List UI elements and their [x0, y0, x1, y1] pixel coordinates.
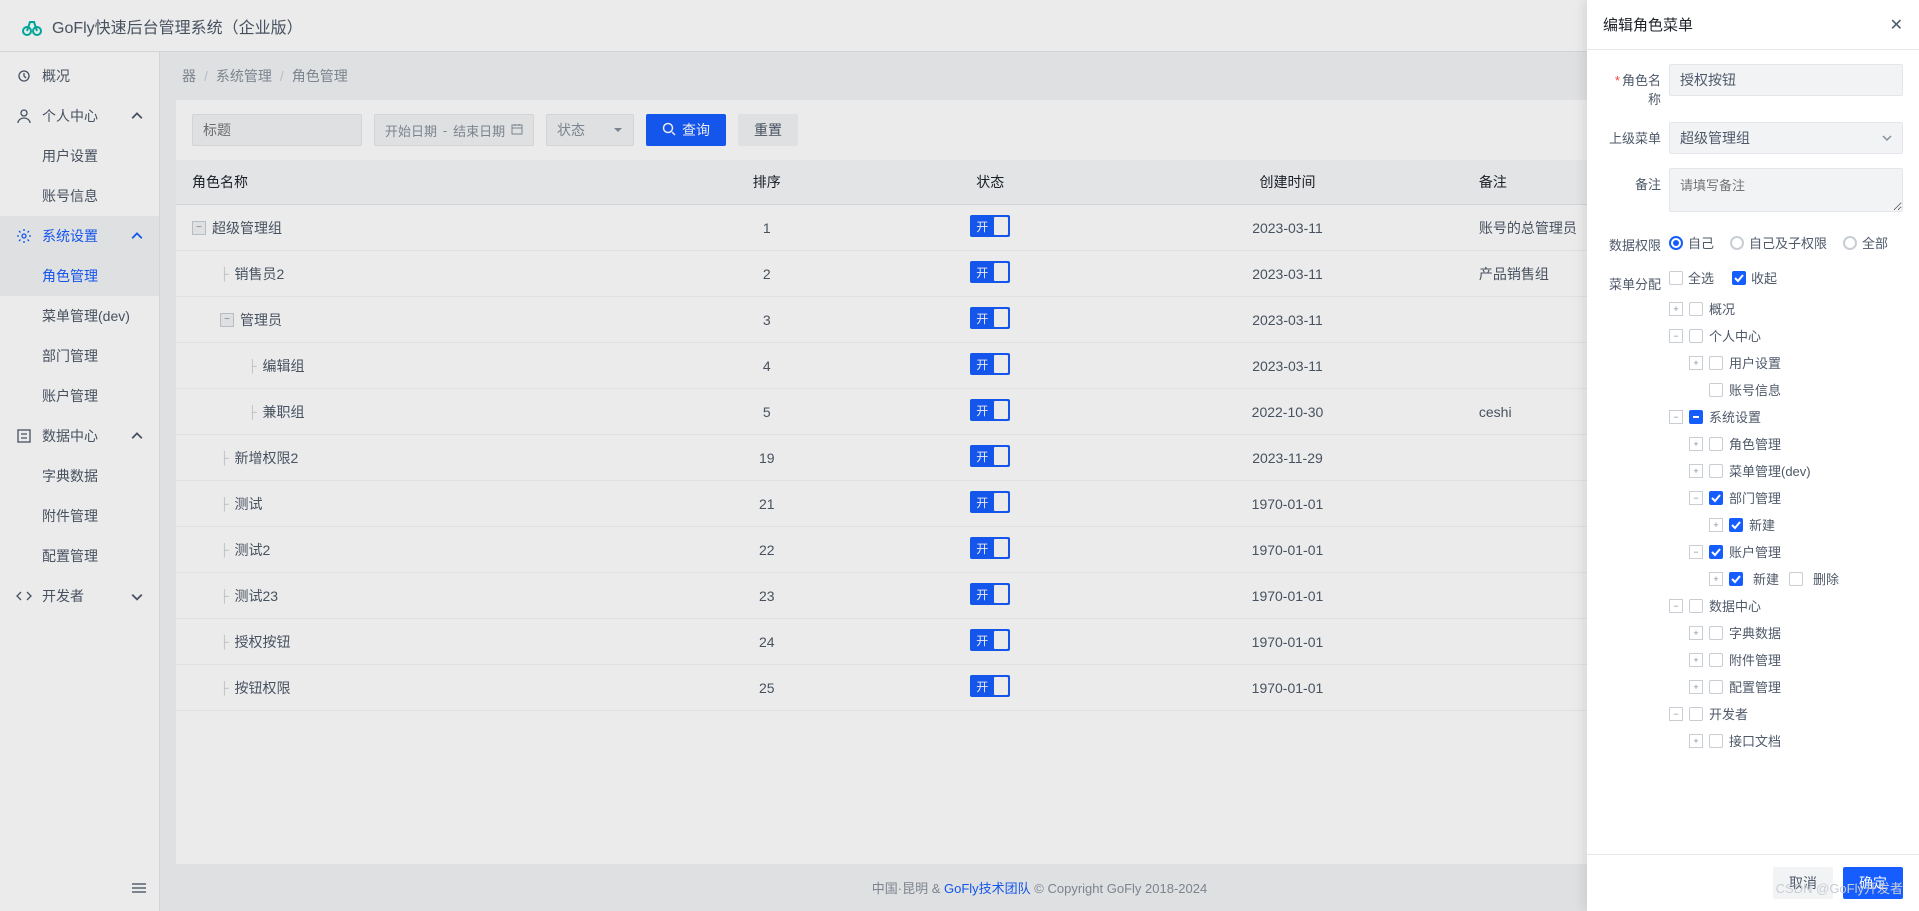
parent-menu-select[interactable]: 超级管理组 — [1669, 122, 1903, 154]
tree-node: + 新建 — [1709, 511, 1903, 538]
tree-node: + 概况 — [1669, 295, 1903, 322]
tree-node: + 字典数据 — [1689, 619, 1903, 646]
tree-checkbox[interactable] — [1709, 464, 1723, 478]
tree-node: 账号信息 — [1689, 376, 1903, 403]
tree-expand-icon[interactable]: + — [1689, 734, 1703, 748]
watermark: CSDN @GoFly开发者 — [1776, 878, 1903, 897]
tree-expand-icon[interactable]: − — [1689, 491, 1703, 505]
tree-label: 新建 — [1753, 569, 1779, 588]
tree-expand-icon[interactable]: − — [1669, 599, 1683, 613]
tree-expand-icon[interactable]: − — [1669, 707, 1683, 721]
tree-checkbox[interactable] — [1709, 383, 1723, 397]
tree-checkbox[interactable] — [1689, 707, 1703, 721]
tree-expand-icon[interactable]: − — [1689, 545, 1703, 559]
perm-radio[interactable]: 自己 — [1669, 233, 1714, 252]
tree-checkbox[interactable] — [1709, 437, 1723, 451]
tree-node: − 开发者 — [1669, 700, 1903, 727]
drawer-title: 编辑角色菜单 — [1603, 14, 1693, 35]
tree-checkbox[interactable] — [1689, 302, 1703, 316]
tree-node: − 部门管理 — [1689, 484, 1903, 511]
tree-expand-icon[interactable]: + — [1689, 680, 1703, 694]
tree-checkbox[interactable] — [1689, 329, 1703, 343]
tree-node: + 菜单管理(dev) — [1689, 457, 1903, 484]
tree-checkbox[interactable] — [1709, 356, 1723, 370]
tree-node: + 角色管理 — [1689, 430, 1903, 457]
tree-expand-icon[interactable]: + — [1689, 626, 1703, 640]
tree-label: 概况 — [1709, 299, 1735, 318]
tree-expand-icon[interactable]: + — [1709, 572, 1723, 586]
tree-label: 账号信息 — [1729, 380, 1781, 399]
tree-checkbox[interactable] — [1709, 653, 1723, 667]
tree-checkbox[interactable] — [1689, 410, 1703, 424]
tree-checkbox[interactable] — [1729, 518, 1743, 532]
tree-node: − 数据中心 — [1669, 592, 1903, 619]
perm-radio[interactable]: 全部 — [1843, 233, 1888, 252]
tree-checkbox[interactable] — [1709, 626, 1723, 640]
tree-label: 角色管理 — [1729, 434, 1781, 453]
tree-checkbox[interactable] — [1729, 572, 1743, 586]
tree-label: 系统设置 — [1709, 407, 1761, 426]
tree-checkbox[interactable] — [1789, 572, 1803, 586]
tree-node: − 账户管理 — [1689, 538, 1903, 565]
perm-radio[interactable]: 自己及子权限 — [1730, 233, 1827, 252]
tree-expand-icon[interactable]: − — [1669, 329, 1683, 343]
tree-node: + 接口文档 — [1689, 727, 1903, 754]
tree-node: + 配置管理 — [1689, 673, 1903, 700]
tree-expand-icon[interactable]: + — [1669, 302, 1683, 316]
tree-label: 用户设置 — [1729, 353, 1781, 372]
tree-label: 开发者 — [1709, 704, 1748, 723]
tree-label: 接口文档 — [1729, 731, 1781, 750]
tree-expand-icon[interactable]: − — [1669, 410, 1683, 424]
select-all-checkbox[interactable]: 全选 — [1669, 268, 1714, 287]
tree-node: + 附件管理 — [1689, 646, 1903, 673]
chevron-down-icon — [1882, 130, 1892, 146]
tree-checkbox[interactable] — [1709, 734, 1723, 748]
tree-label: 部门管理 — [1729, 488, 1781, 507]
tree-expand-icon[interactable]: + — [1689, 653, 1703, 667]
edit-drawer: 编辑角色菜单 ✕ *角色名称 上级菜单 超级管理组 备注 数据权限 自己自己及子… — [1587, 0, 1919, 911]
tree-label: 数据中心 — [1709, 596, 1761, 615]
tree-label: 字典数据 — [1729, 623, 1781, 642]
tree-label: 配置管理 — [1729, 677, 1781, 696]
tree-node: + 新建 删除 — [1709, 565, 1903, 592]
tree-label: 菜单管理(dev) — [1729, 461, 1811, 480]
tree-expand-icon[interactable]: + — [1689, 437, 1703, 451]
tree-checkbox[interactable] — [1709, 491, 1723, 505]
tree-expand-icon[interactable]: + — [1689, 464, 1703, 478]
tree-expand-icon[interactable]: + — [1709, 518, 1723, 532]
tree-node: − 系统设置 — [1669, 403, 1903, 430]
tree-label: 新建 — [1749, 515, 1775, 534]
collapse-checkbox[interactable]: 收起 — [1732, 268, 1777, 287]
tree-node: + 用户设置 — [1689, 349, 1903, 376]
tree-expand-icon[interactable]: + — [1689, 356, 1703, 370]
note-textarea[interactable] — [1669, 168, 1903, 212]
tree-checkbox[interactable] — [1709, 545, 1723, 559]
tree-label: 个人中心 — [1709, 326, 1761, 345]
tree-label: 附件管理 — [1729, 650, 1781, 669]
tree-checkbox[interactable] — [1689, 599, 1703, 613]
tree-node: − 个人中心 — [1669, 322, 1903, 349]
role-name-input[interactable] — [1669, 64, 1903, 96]
tree-checkbox[interactable] — [1709, 680, 1723, 694]
close-icon[interactable]: ✕ — [1890, 15, 1903, 35]
tree-label: 删除 — [1813, 569, 1839, 588]
tree-label: 账户管理 — [1729, 542, 1781, 561]
